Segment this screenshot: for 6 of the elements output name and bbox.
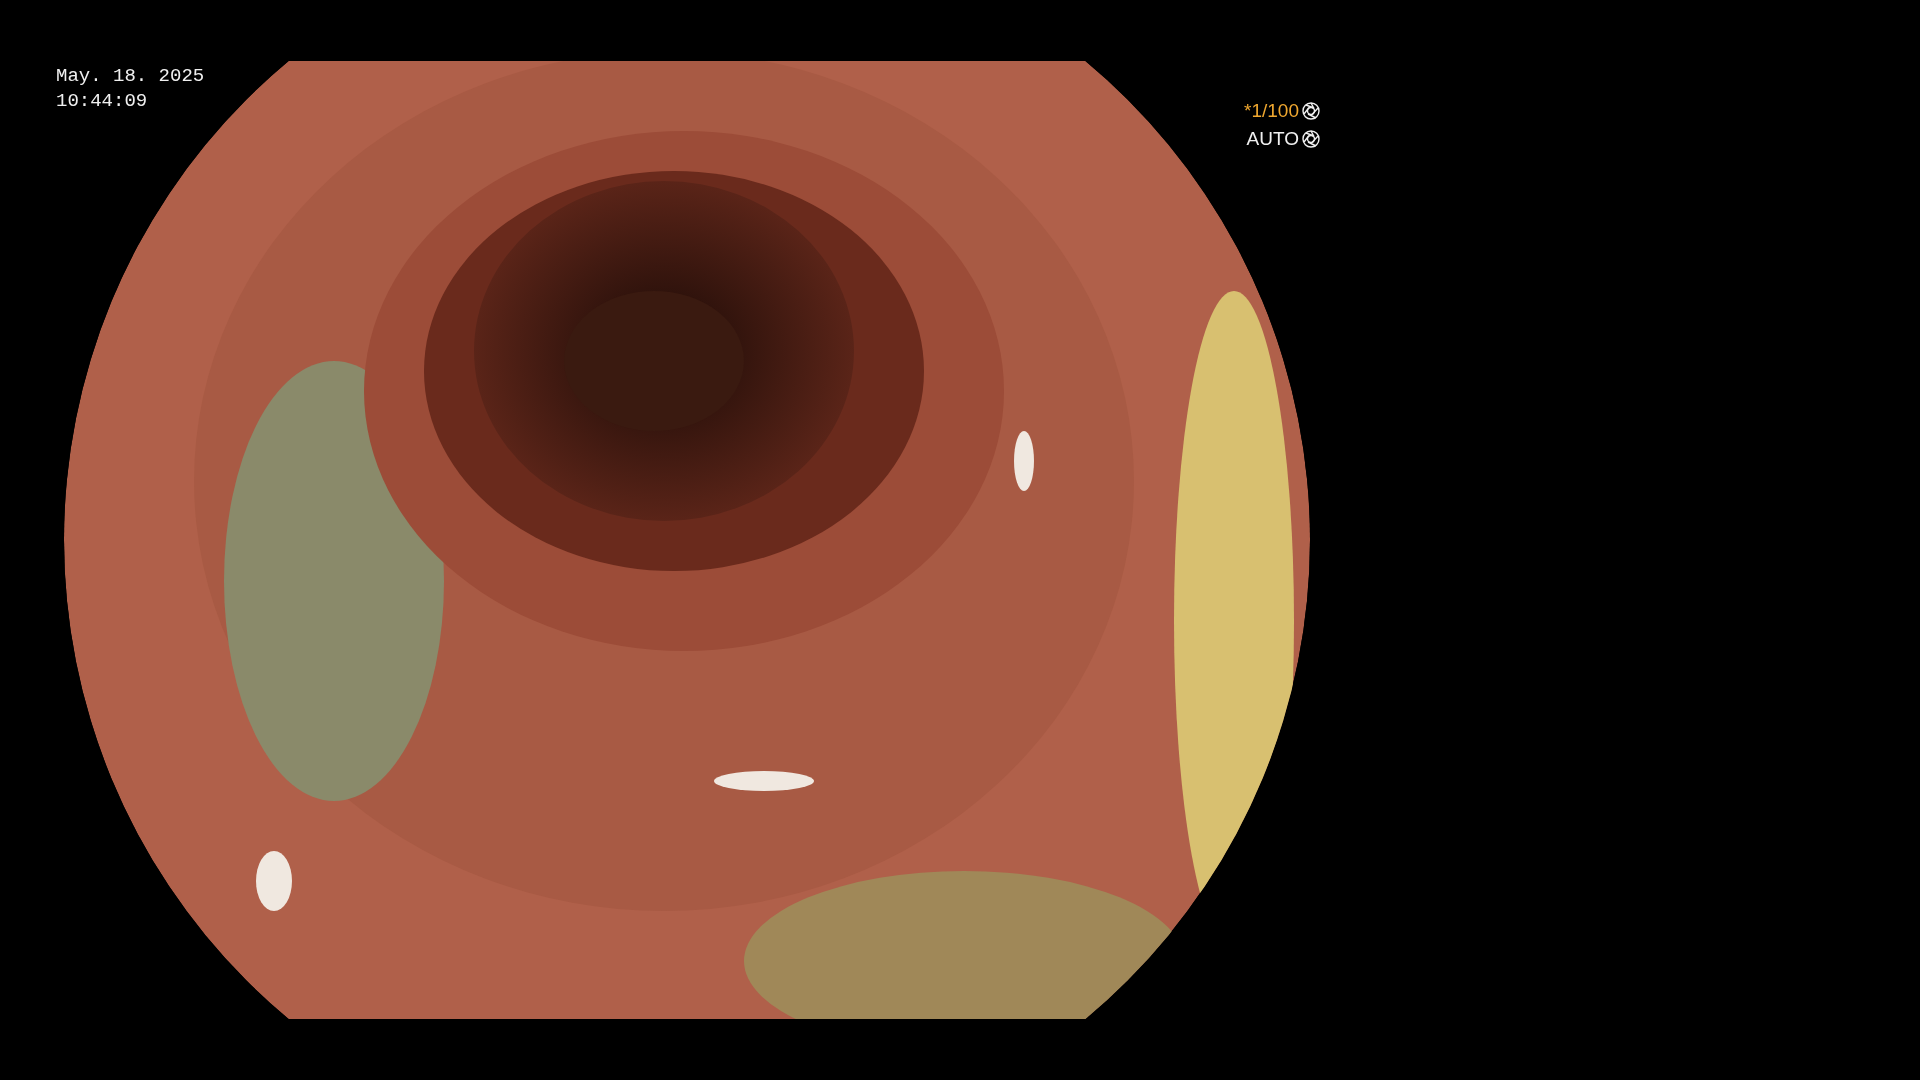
time-text: 10:44:09 — [56, 89, 149, 114]
shutter-speed: *1/100 — [1244, 100, 1299, 122]
aperture-icon — [1302, 130, 1320, 148]
date-text: May. 18. 2025 — [56, 64, 205, 89]
exposure-mode: AUTO — [1246, 128, 1299, 150]
shutter-icon — [1302, 102, 1320, 120]
